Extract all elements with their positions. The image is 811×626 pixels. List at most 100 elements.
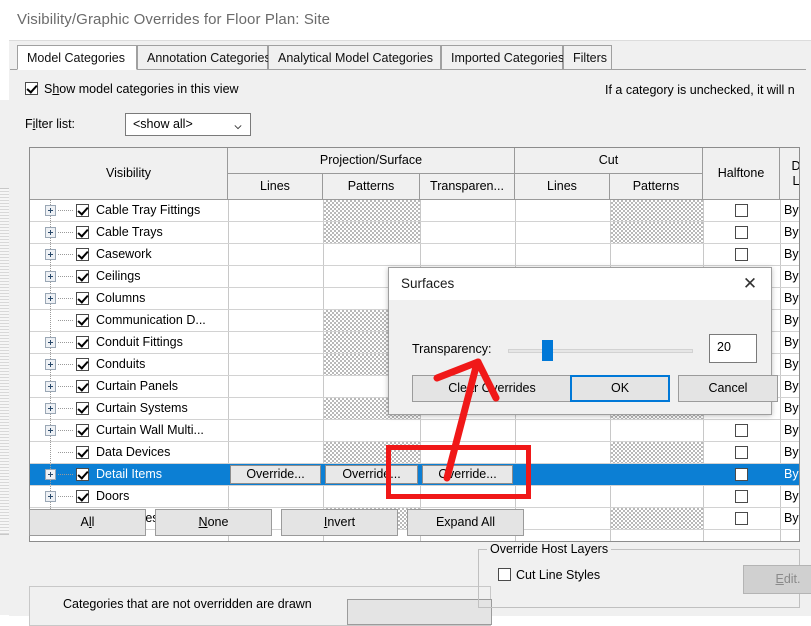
detail-level-value[interactable]: By Vi [784, 225, 799, 239]
detail-level-value[interactable]: By Vie [784, 467, 799, 481]
transparency-slider-track[interactable] [508, 349, 693, 353]
cut-line-styles-checkbox[interactable] [498, 568, 511, 581]
detail-level-value[interactable]: By Vi [784, 357, 799, 371]
not-overridden-button[interactable] [347, 599, 492, 625]
halftone-checkbox[interactable] [734, 226, 748, 239]
category-label: Data Devices [96, 445, 171, 459]
cut-pattern-swatch[interactable] [611, 222, 703, 243]
grid-header-cut-lines: Lines [515, 174, 610, 200]
cut-line-styles-row[interactable]: Cut Line Styles [498, 568, 600, 582]
tab-annotation-categories[interactable]: Annotation Categories [137, 45, 271, 69]
tab-imported-categories[interactable]: Imported Categories [441, 45, 564, 69]
show-model-categories-checkbox[interactable] [25, 82, 38, 95]
detail-level-value[interactable]: By Vi [784, 269, 799, 283]
expand-plus-icon[interactable] [45, 227, 56, 238]
expand-plus-icon[interactable] [45, 205, 56, 216]
expand-all-button[interactable]: Expand All [407, 509, 524, 536]
detail-level-value[interactable]: By Vi [784, 335, 799, 349]
visibility-checkbox[interactable] [76, 292, 89, 305]
visibility-checkbox[interactable] [76, 248, 89, 261]
all-button[interactable]: All [29, 509, 146, 536]
visibility-checkbox[interactable] [76, 204, 89, 217]
tree-connector [58, 210, 74, 211]
halftone-checkbox[interactable] [734, 468, 748, 481]
override-transparency-button[interactable]: Override... [422, 465, 513, 484]
visibility-checkbox[interactable] [76, 424, 89, 437]
invert-button[interactable]: Invert [281, 509, 398, 536]
visibility-checkbox[interactable] [76, 314, 89, 327]
cut-pattern-swatch[interactable] [611, 442, 703, 463]
halftone-checkbox[interactable] [734, 248, 748, 261]
projection-pattern-swatch[interactable] [324, 222, 420, 243]
visibility-checkbox[interactable] [76, 446, 89, 459]
visibility-checkbox[interactable] [76, 336, 89, 349]
halftone-checkbox[interactable] [734, 490, 748, 503]
halftone-checkbox[interactable] [734, 446, 748, 459]
detail-level-value[interactable]: By Vi [784, 445, 799, 459]
expand-plus-icon[interactable] [45, 491, 56, 502]
dialog-title: Visibility/Graphic Overrides for Floor P… [17, 11, 331, 28]
expand-plus-icon[interactable] [45, 293, 56, 304]
expand-plus-icon[interactable] [45, 381, 56, 392]
none-button[interactable]: None [155, 509, 272, 536]
transparency-value: 20 [717, 340, 731, 354]
override-patterns-button[interactable]: Override... [325, 465, 418, 484]
override-lines-button[interactable]: Override... [230, 465, 321, 484]
table-row[interactable]: Doors By Vi [30, 486, 799, 508]
tab-filters[interactable]: Filters [563, 45, 612, 69]
projection-pattern-swatch[interactable] [324, 200, 420, 221]
halftone-checkbox[interactable] [734, 512, 748, 525]
table-row[interactable]: Curtain Wall Multi... By Vi [30, 420, 799, 442]
tree-connector [58, 342, 74, 343]
detail-level-value[interactable]: By Vi [784, 423, 799, 437]
visibility-checkbox[interactable] [76, 490, 89, 503]
clear-overrides-button[interactable]: Clear Overrides [412, 375, 572, 402]
transparency-value-field[interactable]: 20 [709, 334, 757, 363]
expand-plus-icon[interactable] [45, 337, 56, 348]
visibility-checkbox[interactable] [76, 468, 89, 481]
visibility-checkbox[interactable] [76, 358, 89, 371]
detail-level-value[interactable]: By Vi [784, 511, 799, 525]
table-row[interactable]: Cable Tray Fittings By Vi [30, 200, 799, 222]
projection-pattern-swatch[interactable] [324, 442, 420, 463]
expand-plus-icon[interactable] [45, 425, 56, 436]
detail-level-value[interactable]: By Vi [784, 313, 799, 327]
visibility-checkbox[interactable] [76, 270, 89, 283]
expand-plus-icon[interactable] [45, 249, 56, 260]
tree-connector [58, 496, 74, 497]
expand-plus-icon[interactable] [45, 403, 56, 414]
close-icon[interactable]: ✕ [737, 272, 763, 296]
visibility-checkbox[interactable] [76, 226, 89, 239]
expand-plus-icon[interactable] [45, 359, 56, 370]
edit-host-layers-button[interactable]: Edit. [743, 565, 811, 594]
filter-list-dropdown[interactable]: <show all> [125, 113, 251, 136]
category-label: Ceilings [96, 269, 141, 283]
cut-pattern-swatch[interactable] [611, 200, 703, 221]
visibility-checkbox[interactable] [76, 402, 89, 415]
detail-level-value[interactable]: By Vi [784, 401, 799, 415]
detail-level-value[interactable]: By Vi [784, 379, 799, 393]
detail-level-value[interactable]: By Vi [784, 489, 799, 503]
halftone-checkbox[interactable] [734, 424, 748, 437]
visibility-checkbox[interactable] [76, 380, 89, 393]
tab-model-categories[interactable]: Model Categories [17, 45, 137, 70]
table-row[interactable]: Detail ItemsBy VieOverride...Override...… [30, 464, 799, 486]
grid-header-projection-surface: Projection/Surface [228, 148, 515, 174]
tree-stem [50, 442, 51, 464]
table-row[interactable]: Cable Trays By Vi [30, 222, 799, 244]
transparency-slider-thumb[interactable] [542, 340, 553, 361]
expand-plus-icon[interactable] [45, 271, 56, 282]
expand-plus-icon[interactable] [45, 469, 56, 480]
cancel-button[interactable]: Cancel [678, 375, 778, 402]
detail-level-value[interactable]: By Vi [784, 203, 799, 217]
detail-level-value[interactable]: By Vi [784, 291, 799, 305]
table-row[interactable]: Data Devices By Vi [30, 442, 799, 464]
show-model-categories-row[interactable]: Show model categories in this view [25, 82, 239, 96]
table-row[interactable]: Casework By Vi [30, 244, 799, 266]
detail-level-value[interactable]: By Vi [784, 247, 799, 261]
ok-button[interactable]: OK [570, 375, 670, 402]
tab-analytical-model-categories[interactable]: Analytical Model Categories [268, 45, 441, 69]
background-scrollbar[interactable] [0, 188, 9, 535]
cut-pattern-swatch[interactable] [611, 508, 703, 529]
halftone-checkbox[interactable] [734, 204, 748, 217]
